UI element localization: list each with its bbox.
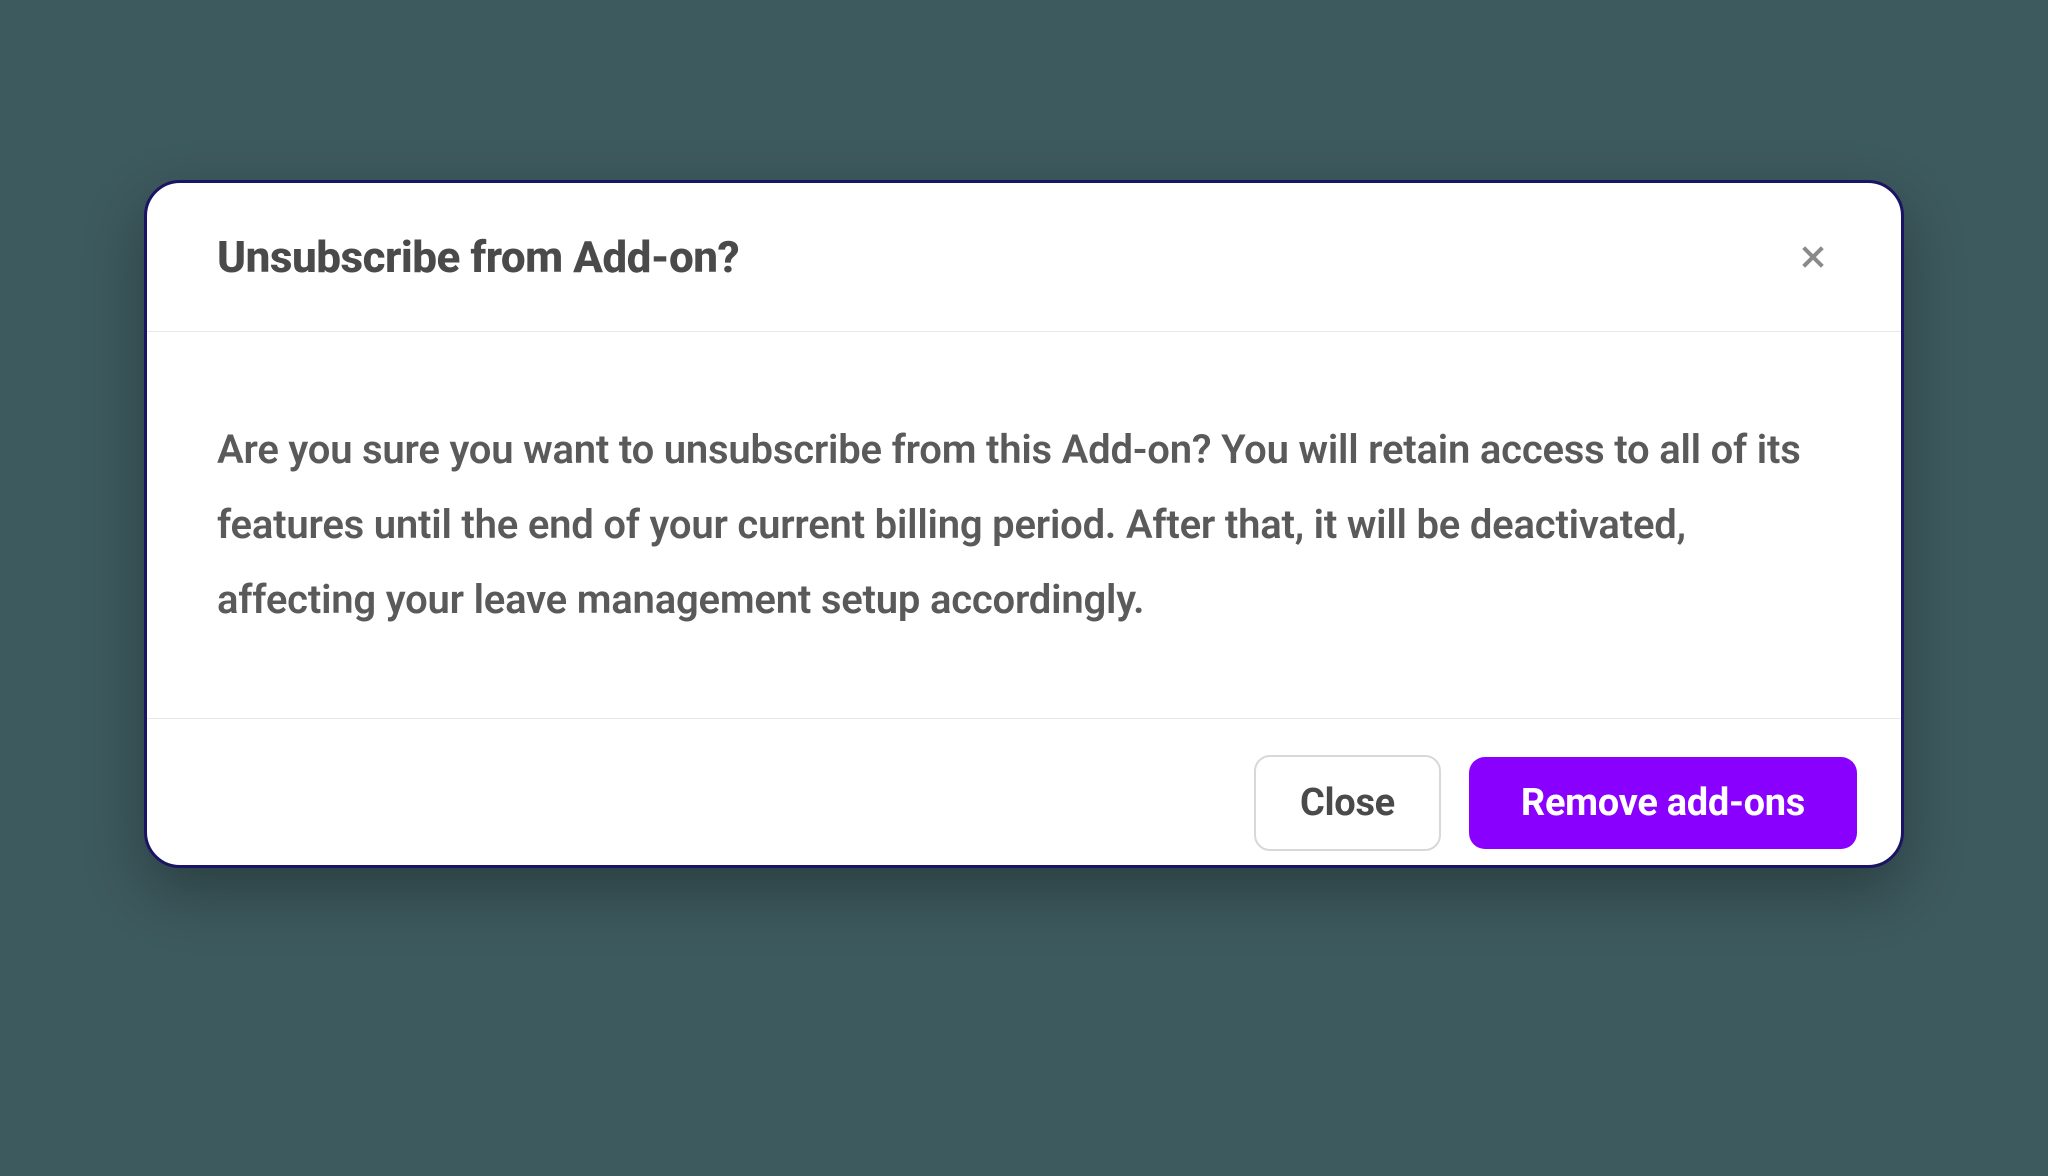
modal-header: Unsubscribe from Add-on? [147, 183, 1901, 332]
close-button[interactable]: Close [1254, 755, 1441, 851]
modal-footer: Close Remove add-ons [147, 719, 1901, 865]
remove-addons-button[interactable]: Remove add-ons [1469, 757, 1857, 849]
close-icon[interactable] [1795, 239, 1831, 275]
modal-body-text: Are you sure you want to unsubscribe fro… [217, 412, 1831, 638]
modal-body: Are you sure you want to unsubscribe fro… [147, 332, 1901, 719]
modal-title: Unsubscribe from Add-on? [217, 231, 739, 283]
unsubscribe-modal: Unsubscribe from Add-on? Are you sure yo… [144, 180, 1904, 868]
